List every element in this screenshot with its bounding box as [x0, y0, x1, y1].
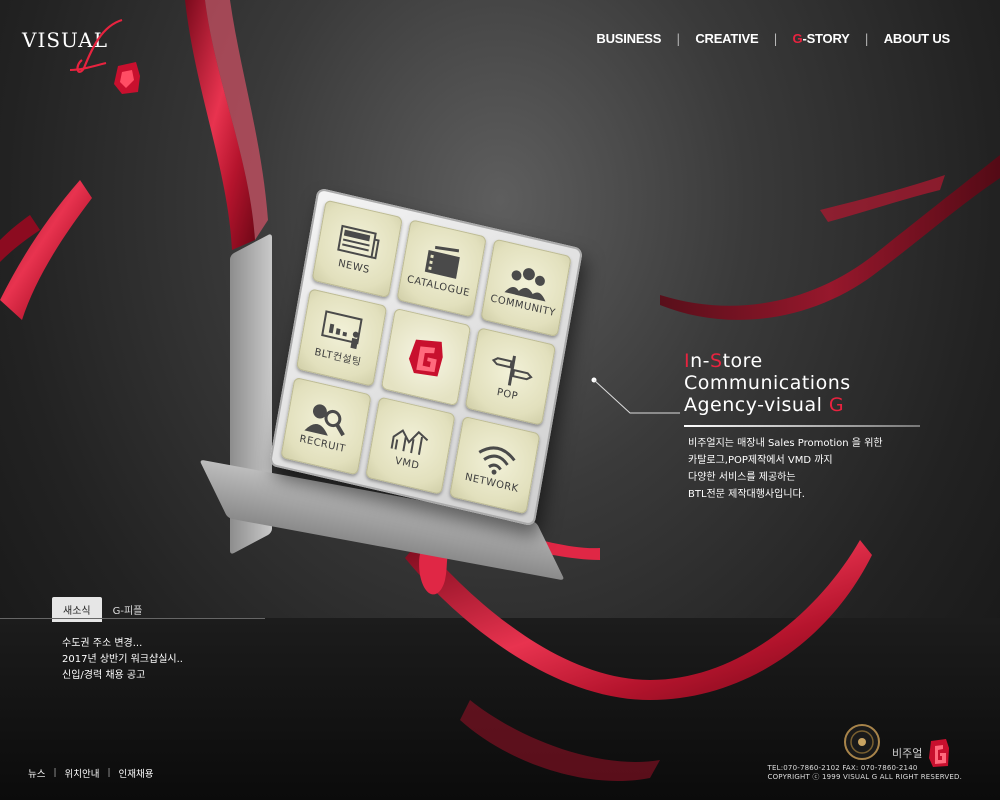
logo-g-mark-icon	[69, 18, 140, 94]
tile-recruit[interactable]: RECRUIT	[280, 376, 372, 476]
news-item[interactable]: 신입/경력 채용 공고	[62, 668, 222, 684]
footer-logo-text: 비주얼	[892, 747, 923, 760]
footer-divider: |	[53, 768, 57, 778]
nav-business[interactable]: BUSINESS	[596, 31, 661, 46]
news-item[interactable]: 수도권 주소 변경...	[62, 636, 222, 652]
top-navigation: BUSINESS | CREATIVE | G-STORY | ABOUT US	[596, 31, 950, 46]
nav-about-us[interactable]: ABOUT US	[884, 31, 950, 46]
chart-icon	[390, 428, 429, 455]
company-description: 비주얼지는 매장내 Sales Promotion 을 위한 카탈로그,POP제…	[688, 435, 948, 503]
tile-pop-label: POP	[496, 386, 519, 403]
tagline-line-1: In-Store	[684, 350, 851, 372]
site-logo[interactable]: VISUAL	[22, 18, 152, 98]
tagline-divider	[684, 425, 920, 427]
tile-vmd[interactable]: VMD	[364, 396, 456, 495]
nav-g-story-highlight: G	[792, 31, 803, 46]
description-line: BTL전문 제작대행사입니다.	[688, 489, 805, 500]
news-box: 새소식 G-피플 수도권 주소 변경... 2017년 상반기 워크샵실시.. …	[0, 597, 265, 684]
g-logo-icon	[408, 339, 443, 377]
footer-links: 뉴스 | 위치안내 | 인재채용	[28, 766, 154, 780]
copyright-text: COPYRIGHT ⓒ 1999 VISUAL G ALL RIGHT RESE…	[767, 773, 962, 781]
cube-face: NEWS CATALOGUE COMMUNITY BLT컨설팅 POP RECR…	[268, 187, 584, 527]
nav-divider: |	[676, 31, 681, 46]
nav-g-story-label: -STORY	[802, 31, 850, 46]
description-line: 다양한 서비스를 제공하는	[688, 472, 796, 483]
nav-divider: |	[864, 31, 869, 46]
description-line: 비주얼지는 매장내 Sales Promotion 을 위한	[688, 438, 883, 449]
tagline-initial-s: S	[710, 350, 723, 372]
tagline-text-a: n-	[690, 350, 711, 372]
footer-link-location[interactable]: 위치안내	[65, 766, 100, 780]
tile-community[interactable]: COMMUNITY	[480, 238, 572, 338]
menu-cube: NEWS CATALOGUE COMMUNITY BLT컨설팅 POP RECR…	[199, 187, 602, 610]
nav-creative[interactable]: CREATIVE	[695, 31, 758, 46]
tile-pop[interactable]: POP	[465, 327, 557, 426]
nav-divider: |	[773, 31, 778, 46]
news-list: 수도권 주소 변경... 2017년 상반기 워크샵실시.. 신입/경력 채용 …	[52, 636, 222, 684]
description-line: 카탈로그,POP제작에서 VMD 까지	[688, 455, 833, 466]
emblem-icon	[844, 724, 880, 760]
nav-g-story[interactable]: G-STORY	[793, 31, 850, 46]
signpost-icon	[491, 355, 533, 386]
news-item[interactable]: 2017년 상반기 워크샵실시..	[62, 652, 222, 668]
tagline-text-c: Agency-visual	[684, 394, 829, 416]
main-visual: VISUAL BUSINESS | CREATIVE | G-STORY | A…	[0, 0, 1000, 800]
tagline-text-b: tore	[722, 350, 763, 372]
tagline-initial-g: G	[828, 394, 845, 416]
contact-info: TEL:070-7860-2102 FAX: 070-7860-2140	[767, 764, 918, 772]
tile-home[interactable]	[380, 307, 472, 407]
tile-news[interactable]: NEWS	[311, 199, 403, 299]
tile-network[interactable]: NETWORK	[449, 415, 541, 515]
footer-link-news[interactable]: 뉴스	[28, 766, 45, 780]
tagline-line-3: Agency-visual G	[684, 394, 851, 416]
footer-copyright: TEL:070-7860-2102 FAX: 070-7860-2140 COP…	[768, 764, 963, 782]
footer-divider: |	[107, 768, 111, 778]
footer-link-careers[interactable]: 인재채용	[119, 766, 154, 780]
news-divider	[0, 618, 265, 619]
tagline: In-Store Communications Agency-visual G	[684, 350, 851, 416]
tile-catalogue[interactable]: CATALOGUE	[396, 219, 488, 318]
tile-blt[interactable]: BLT컨설팅	[295, 288, 387, 387]
tagline-line-2: Communications	[684, 372, 851, 394]
